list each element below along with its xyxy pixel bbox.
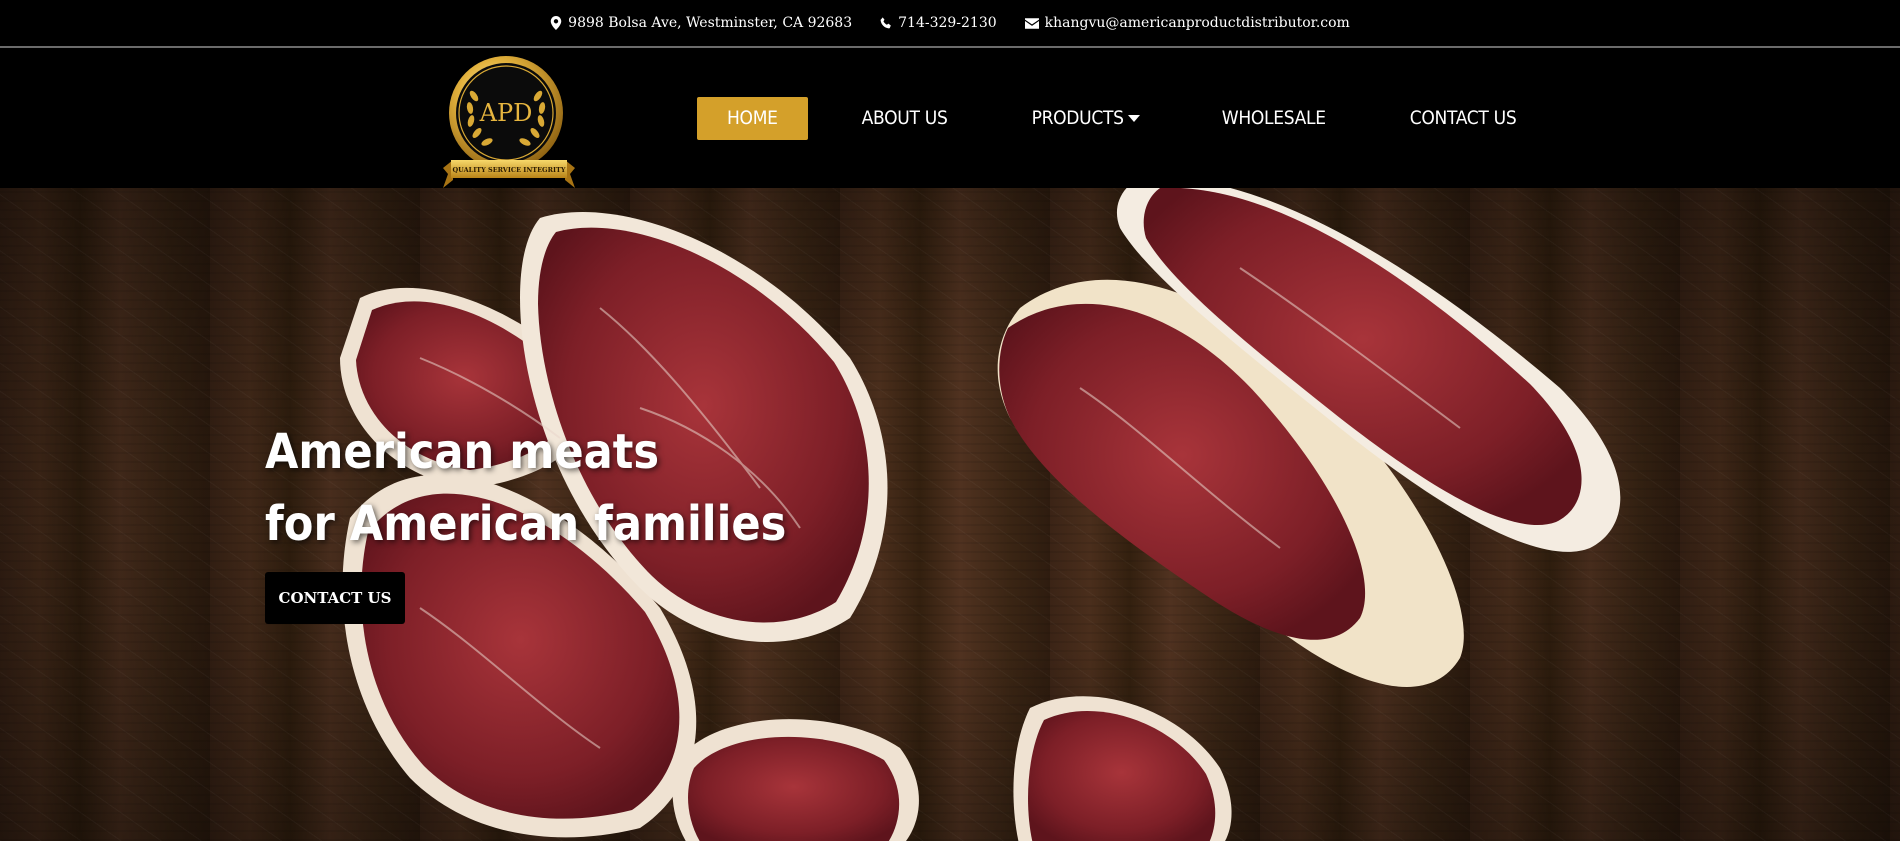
address-text: 9898 Bolsa Ave, Westminster, CA 92683: [568, 15, 853, 31]
nav-products[interactable]: PRODUCTS: [1032, 97, 1140, 140]
map-marker-icon: [550, 16, 562, 30]
hero-contact-button[interactable]: CONTACT US: [265, 572, 405, 624]
hero-heading-line2: for American families: [265, 496, 787, 552]
nav-about-us[interactable]: ABOUT US: [862, 97, 948, 140]
svg-text:APD: APD: [479, 99, 533, 127]
hero-heading-line1: American meats: [265, 424, 660, 480]
email-text[interactable]: khangvu@americanproductdistributor.com: [1045, 15, 1350, 31]
nav-wholesale[interactable]: WHOLESALE: [1222, 97, 1326, 140]
caret-down-icon: [1127, 115, 1140, 122]
svg-text:QUALITY SERVICE INTEGRITY: QUALITY SERVICE INTEGRITY: [452, 166, 565, 174]
email-info[interactable]: khangvu@americanproductdistributor.com: [1024, 15, 1350, 31]
hero-heading: American meats for American families: [265, 416, 786, 560]
nav-products-label: PRODUCTS: [1031, 107, 1124, 129]
phone-info[interactable]: 714-329-2130: [880, 15, 997, 31]
top-info-bar: 9898 Bolsa Ave, Westminster, CA 92683 71…: [0, 0, 1900, 48]
nav-contact-us[interactable]: CONTACT US: [1410, 97, 1517, 140]
site-header: APD QUALITY SERVICE INTEGRITY HOME ABOUT…: [0, 50, 1900, 188]
phone-text[interactable]: 714-329-2130: [898, 15, 997, 31]
nav-home[interactable]: HOME: [697, 97, 808, 140]
phone-icon: [880, 17, 891, 29]
hero-banner: American meats for American families CON…: [0, 188, 1900, 841]
address-info: 9898 Bolsa Ave, Westminster, CA 92683: [550, 15, 852, 31]
apd-logo[interactable]: APD QUALITY SERVICE INTEGRITY: [443, 56, 575, 188]
main-nav: HOME ABOUT US PRODUCTS WHOLESALE CONTACT…: [697, 97, 1517, 140]
envelope-icon: [1024, 17, 1039, 29]
